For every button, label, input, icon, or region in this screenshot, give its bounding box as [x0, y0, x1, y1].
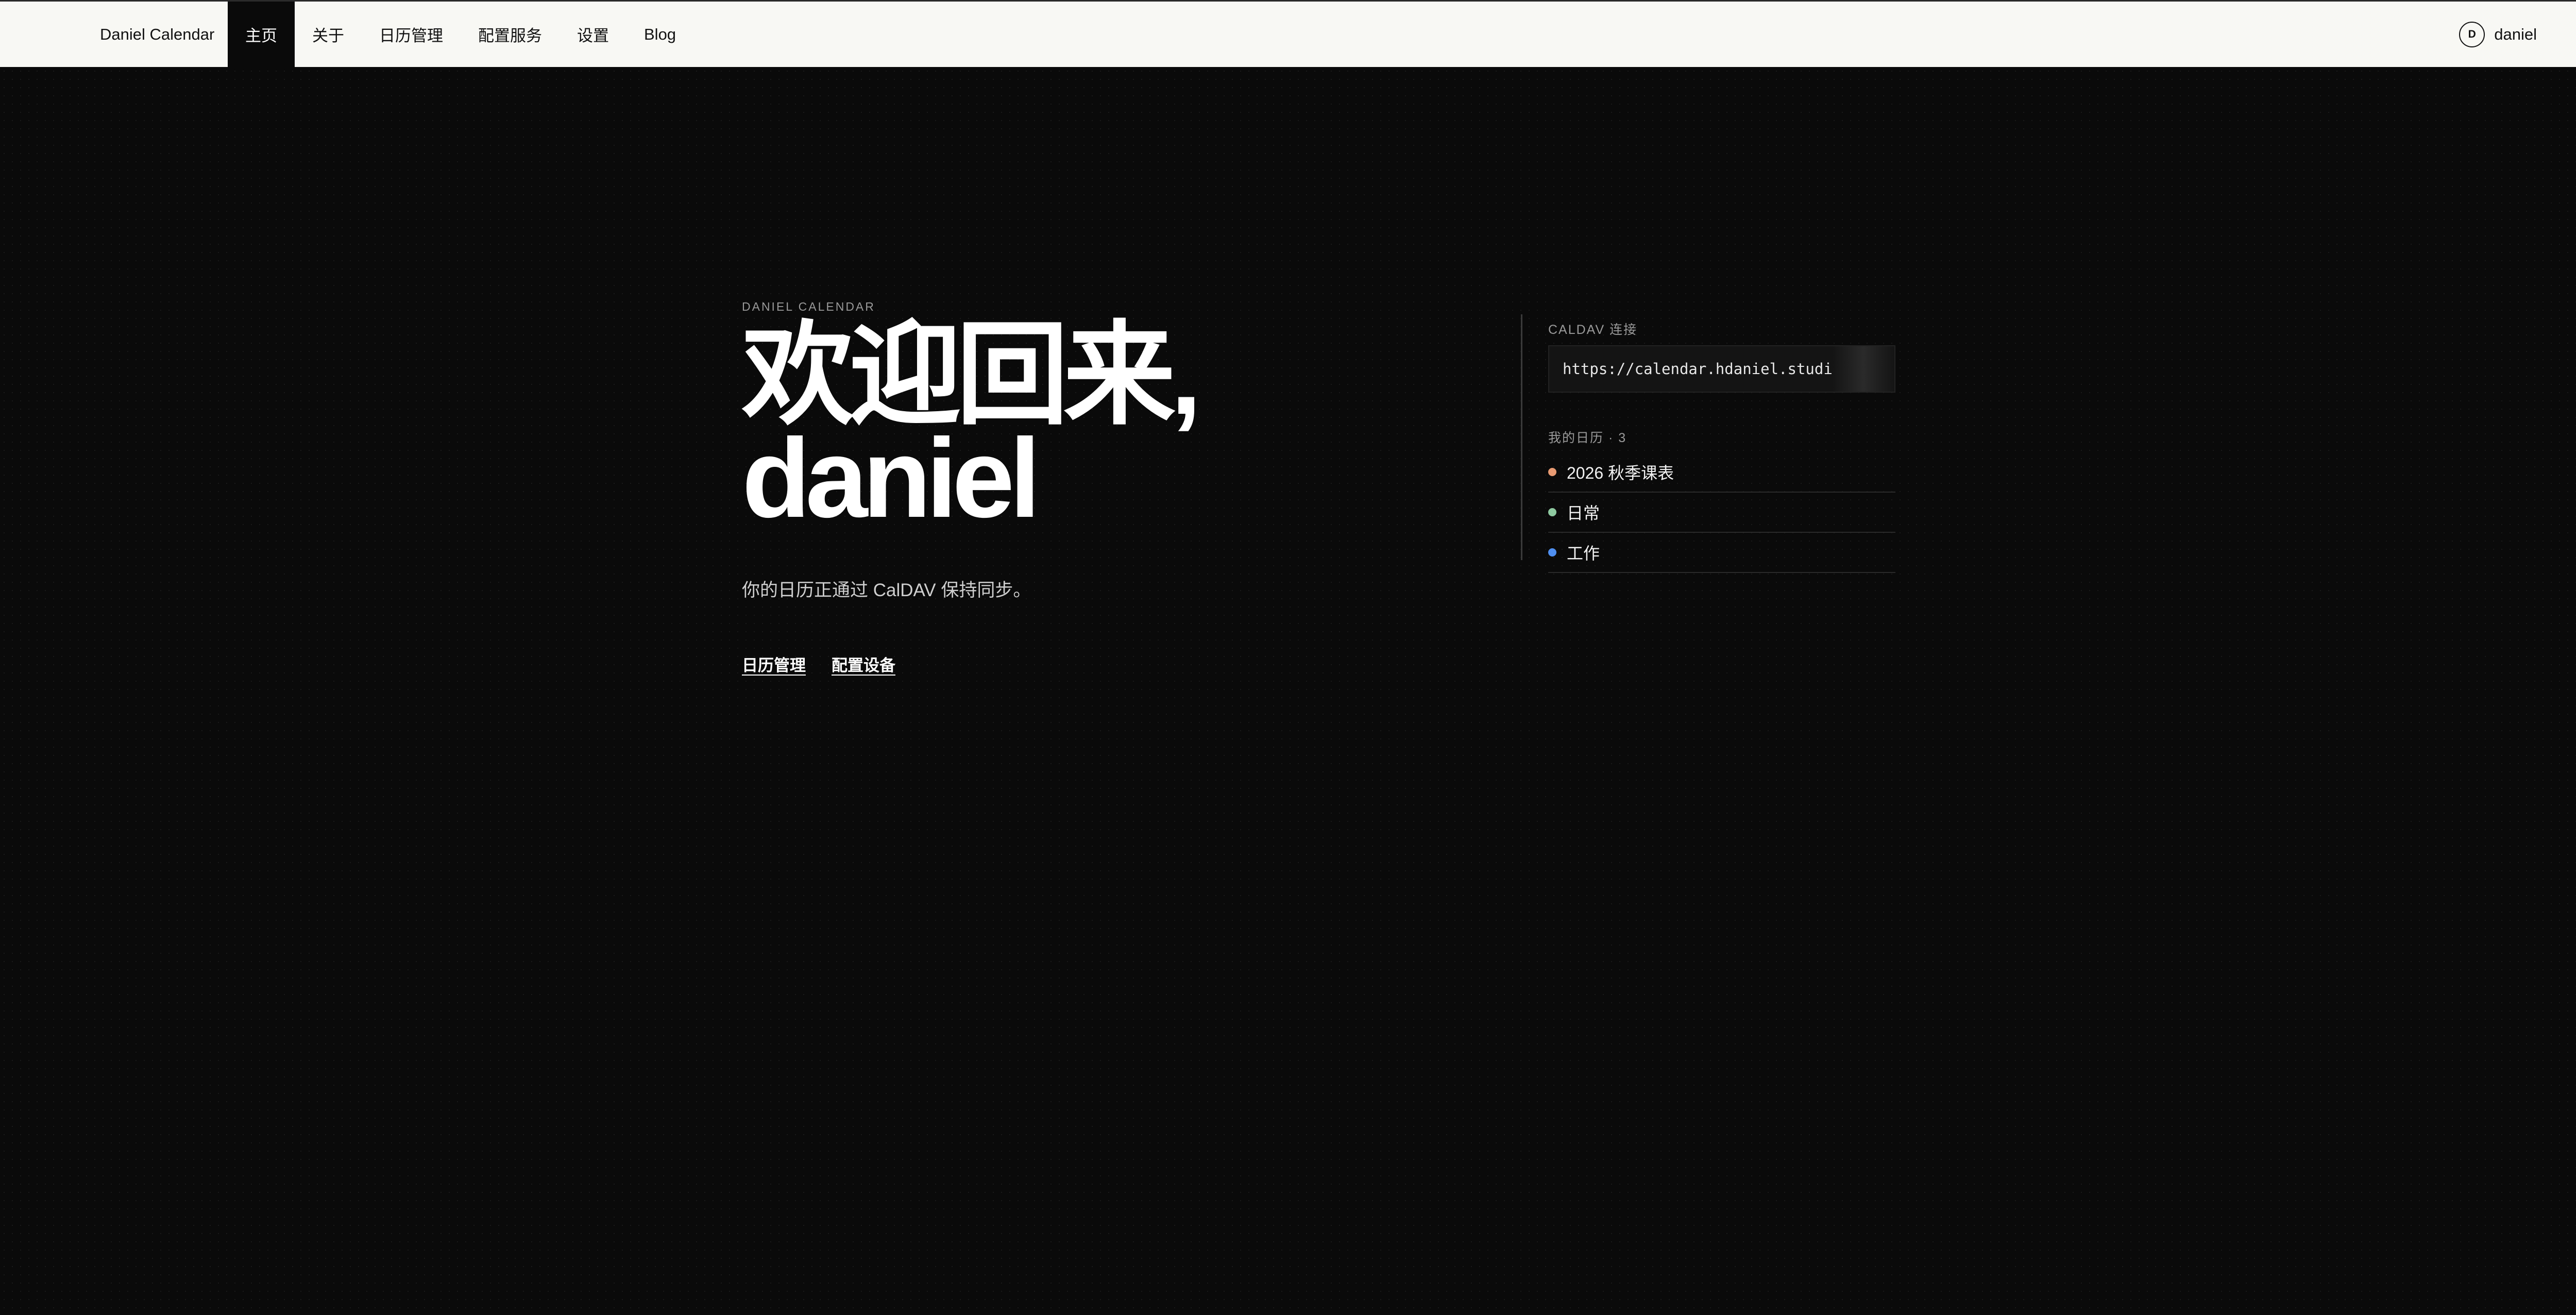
calendar-color-dot — [1548, 508, 1556, 516]
configure-device-link[interactable]: 配置设备 — [832, 652, 895, 676]
calendar-name: 工作 — [1567, 544, 1600, 563]
nav-item-calendar-management[interactable]: 日历管理 — [362, 2, 461, 67]
brand-link[interactable]: Daniel Calendar — [100, 2, 214, 67]
sync-status-text: 你的日历正通过 CalDAV 保持同步。 — [742, 580, 1031, 600]
caldav-panel: CALDAV 连接 https://calendar.hdaniel.studi… — [1521, 314, 1896, 573]
nav-item-settings[interactable]: 设置 — [560, 2, 626, 67]
user-menu[interactable]: D daniel — [2459, 2, 2537, 67]
calendar-list: 2026 秋季课表 日常 工作 — [1548, 452, 1895, 573]
eyebrow-label: DANIEL CALENDAR — [742, 300, 875, 313]
caldav-connection-label: CALDAV 连接 — [1548, 323, 1638, 337]
nav-item-blog[interactable]: Blog — [626, 2, 693, 67]
hero-section: DANIEL CALENDAR 欢迎回来, daniel 你的日历正通过 Cal… — [742, 300, 1463, 676]
caldav-url-text: https://calendar.hdaniel.studi — [1563, 360, 1833, 378]
nav-item-config-service[interactable]: 配置服务 — [461, 2, 560, 67]
redacted-mask — [1833, 346, 1894, 392]
caldav-url-field[interactable]: https://calendar.hdaniel.studi — [1548, 345, 1895, 393]
calendar-management-link[interactable]: 日历管理 — [742, 652, 806, 676]
avatar: D — [2459, 21, 2485, 47]
main-nav: 主页 关于 日历管理 配置服务 设置 Blog — [228, 2, 693, 67]
calendar-item-work[interactable]: 工作 — [1548, 533, 1895, 573]
calendar-color-dot — [1548, 468, 1556, 476]
calendar-name: 日常 — [1567, 504, 1600, 522]
main-content: DANIEL CALENDAR 欢迎回来, daniel 你的日历正通过 Cal… — [0, 67, 2576, 1315]
hero-actions: 日历管理 配置设备 — [742, 652, 1463, 676]
calendar-color-dot — [1548, 548, 1556, 557]
calendar-item-fall-schedule[interactable]: 2026 秋季课表 — [1548, 452, 1895, 493]
page-title: 欢迎回来, daniel — [742, 313, 1463, 541]
headline-line-greeting: 欢迎回来, — [742, 313, 1202, 438]
nav-item-about[interactable]: 关于 — [295, 2, 362, 67]
calendar-item-daily[interactable]: 日常 — [1548, 493, 1895, 533]
headline-line-username: daniel — [742, 416, 1041, 541]
my-calendars-label: 我的日历 · 3 — [1548, 431, 1627, 445]
calendar-name: 2026 秋季课表 — [1567, 464, 1674, 482]
top-nav-bar: Daniel Calendar 主页 关于 日历管理 配置服务 设置 Blog … — [0, 0, 2576, 67]
user-name: daniel — [2494, 25, 2537, 43]
nav-item-home[interactable]: 主页 — [228, 2, 295, 67]
